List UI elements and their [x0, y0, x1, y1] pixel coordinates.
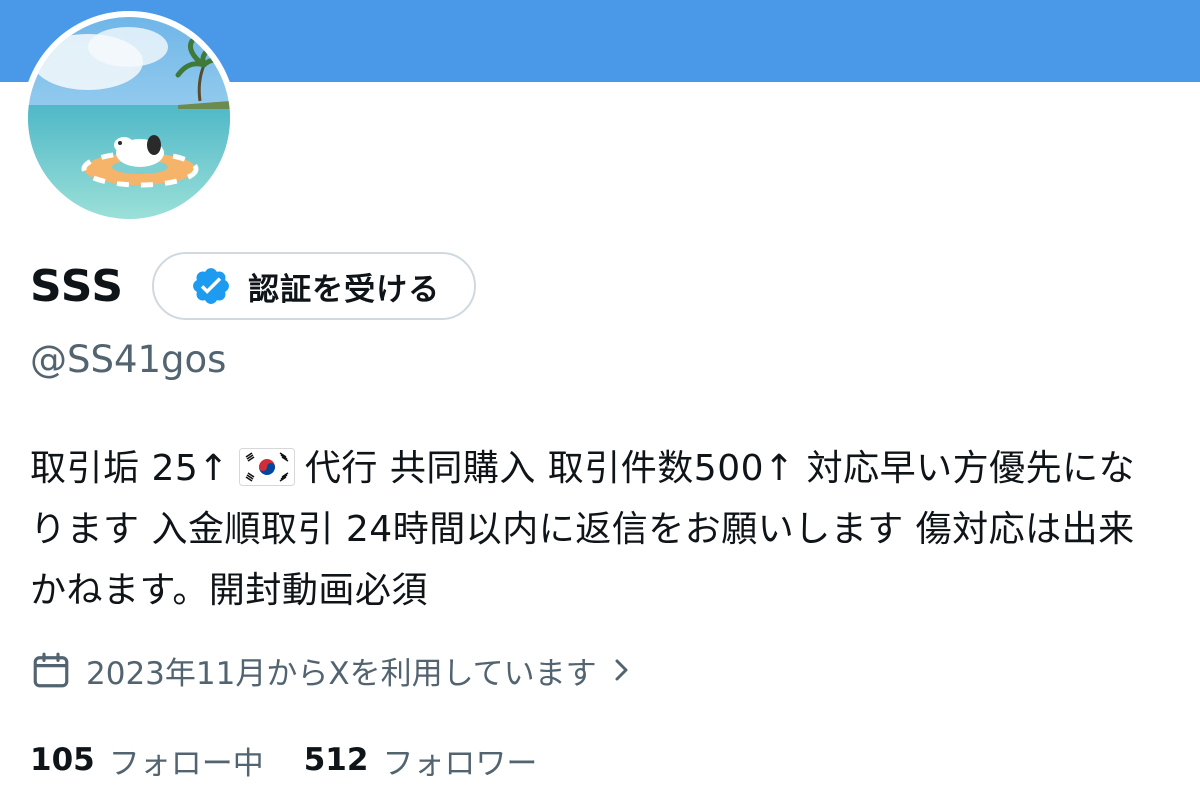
- avatar-image: [28, 17, 230, 219]
- get-verified-button[interactable]: 認証を受ける: [152, 252, 477, 320]
- get-verified-label: 認証を受ける: [248, 271, 441, 308]
- profile-bio: 取引垢 25↑ 代行 共同購入 取引件数500↑ 対応早い方優先になります 入金…: [30, 438, 1170, 621]
- joined-date-row[interactable]: 2023年11月からXを利用しています: [30, 642, 633, 698]
- followers-link[interactable]: 512 フォロワー: [304, 738, 538, 783]
- following-count: 105: [30, 742, 95, 778]
- user-handle: @SS41gos: [30, 338, 227, 381]
- name-row: SSS 認証を受ける: [30, 250, 477, 322]
- avatar[interactable]: [22, 11, 236, 225]
- display-name: SSS: [30, 260, 125, 312]
- follow-stats: 105 フォロー中 512 フォロワー: [30, 732, 537, 788]
- following-link[interactable]: 105 フォロー中: [30, 738, 264, 783]
- verified-badge-icon: [193, 268, 230, 304]
- profile-page: SSS 認証を受ける @SS41gos 取引垢 25↑ 代行 共同購入 取引件数…: [0, 0, 1200, 794]
- chevron-right-icon: [615, 659, 628, 681]
- bio-text-part1: 取引垢 25↑: [30, 448, 229, 489]
- followers-count: 512: [303, 742, 369, 778]
- followers-label: フォロワー: [382, 745, 538, 782]
- joined-date-text: 2023年11月からXを利用しています: [86, 655, 597, 692]
- korea-flag-icon: [238, 448, 295, 486]
- calendar-icon: [33, 652, 69, 688]
- following-label: フォロー中: [108, 745, 264, 782]
